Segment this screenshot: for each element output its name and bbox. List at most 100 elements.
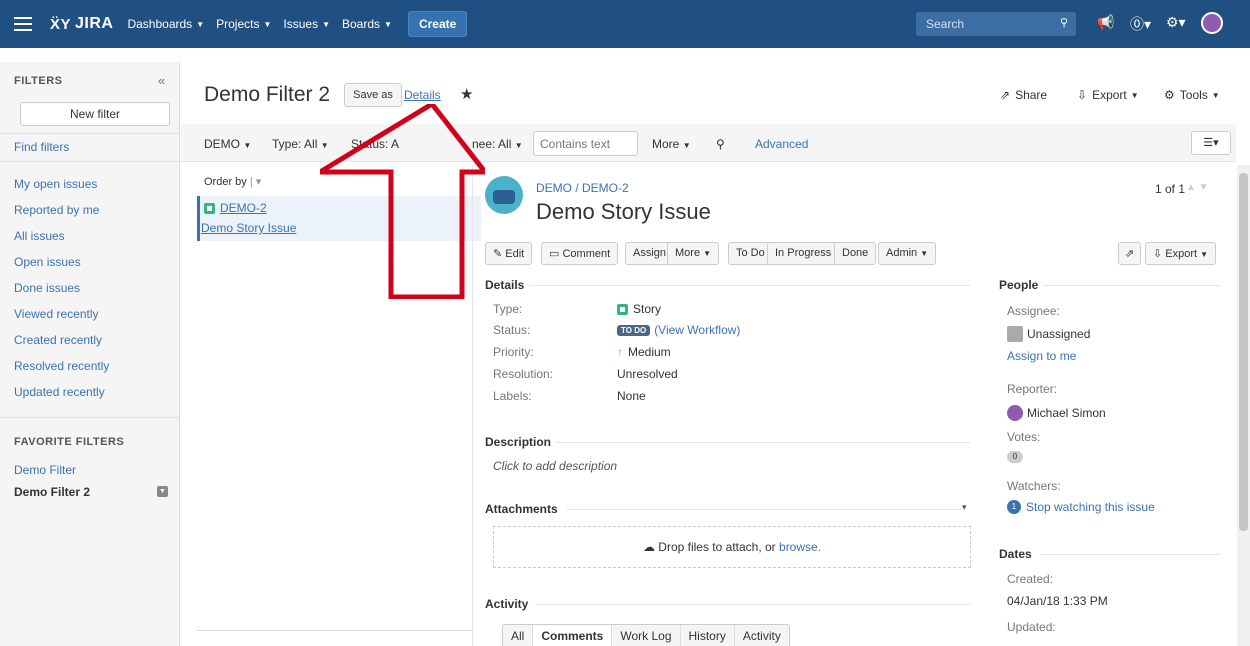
- activity-tabs: All Comments Work Log History Activity: [502, 624, 790, 646]
- view-workflow-link[interactable]: (View Workflow): [654, 323, 740, 337]
- nav-projects[interactable]: Projects ▼: [216, 17, 271, 31]
- watchers-value: 1 Stop watching this issue: [1007, 500, 1155, 514]
- settings-gear-icon[interactable]: ⚙▾: [1166, 14, 1186, 31]
- tab-activity[interactable]: Activity: [735, 625, 789, 646]
- assign-to-me-link[interactable]: Assign to me: [1007, 349, 1076, 363]
- collapse-sidebar-icon[interactable]: «: [158, 73, 165, 88]
- help-icon[interactable]: ⓪▾: [1130, 14, 1151, 34]
- pencil-icon: ✎: [493, 248, 503, 260]
- filter-reported-by-me[interactable]: Reported by me: [14, 203, 99, 217]
- divider: [536, 604, 971, 605]
- pager-arrows-icon[interactable]: ▲ ▼: [1186, 182, 1209, 193]
- layout-switcher-button[interactable]: ☰▾: [1191, 131, 1231, 155]
- story-icon: [204, 202, 215, 214]
- filter-resolved-recently[interactable]: Resolved recently: [14, 359, 109, 373]
- favorite-star-icon[interactable]: ★: [460, 85, 473, 103]
- filter-updated-recently[interactable]: Updated recently: [14, 385, 105, 399]
- tab-all[interactable]: All: [503, 625, 534, 646]
- issue-summary-link[interactable]: Demo Story Issue: [201, 221, 296, 235]
- created-label: Created:: [1007, 572, 1054, 586]
- resolution-label: Resolution:: [493, 367, 554, 381]
- more-criteria-button[interactable]: More ▼: [652, 137, 691, 151]
- reporter-value[interactable]: Michael Simon: [1007, 405, 1106, 421]
- priority-value[interactable]: ↑ Medium: [617, 345, 671, 359]
- resolution-value: Unresolved: [617, 367, 678, 381]
- divider: [0, 161, 180, 162]
- votes-value[interactable]: 0: [1007, 451, 1023, 463]
- share-issue-icon[interactable]: ⇗: [1118, 242, 1142, 265]
- attachments-heading: Attachments: [485, 502, 558, 516]
- nav-dashboards[interactable]: Dashboards ▼: [127, 17, 204, 31]
- labels-value[interactable]: None: [617, 389, 646, 403]
- favorite-filter-demo-filter-2[interactable]: Demo Filter 2: [14, 485, 90, 499]
- tab-history[interactable]: History: [681, 625, 735, 646]
- type-value: Story: [617, 302, 661, 316]
- details-link[interactable]: Details: [404, 88, 441, 102]
- attachment-dropzone[interactable]: ☁ Drop files to attach, or browse.: [493, 526, 971, 568]
- issue-title[interactable]: Demo Story Issue: [536, 199, 711, 225]
- labels-label: Labels:: [493, 389, 532, 403]
- scrollbar[interactable]: [1237, 165, 1250, 646]
- divider: [197, 630, 473, 631]
- favorite-filter-demo-filter[interactable]: Demo Filter: [14, 463, 76, 477]
- edit-button[interactable]: ✎ Edit: [485, 242, 533, 265]
- filter-created-recently[interactable]: Created recently: [14, 333, 102, 347]
- activity-heading: Activity: [485, 597, 529, 611]
- tab-comments[interactable]: Comments: [533, 625, 613, 646]
- jira-logo[interactable]: ẌΥ JIRA: [50, 15, 113, 33]
- project-avatar: [485, 176, 523, 214]
- assignee-label: Assignee:: [1007, 304, 1060, 318]
- export-icon: ⇩: [1077, 88, 1088, 102]
- done-button[interactable]: Done: [834, 242, 877, 265]
- find-filters-link[interactable]: Find filters: [14, 140, 69, 154]
- nav-issues[interactable]: Issues ▼: [283, 17, 330, 31]
- filter-all-issues[interactable]: All issues: [14, 229, 65, 243]
- export-button[interactable]: ⇩ Export ▼: [1077, 88, 1139, 102]
- divider: [530, 285, 971, 286]
- advanced-search-link[interactable]: Advanced: [755, 137, 808, 151]
- tab-work-log[interactable]: Work Log: [612, 625, 681, 646]
- admin-button[interactable]: Admin ▼: [878, 242, 937, 265]
- tools-button[interactable]: ⚙ Tools ▼: [1164, 88, 1220, 102]
- more-button[interactable]: More ▼: [667, 242, 720, 265]
- page-title: Demo Filter 2: [204, 83, 331, 106]
- annotation-arrow: [320, 104, 485, 299]
- new-filter-button[interactable]: New filter: [20, 102, 170, 126]
- divider: [1040, 554, 1220, 555]
- reporter-label: Reporter:: [1007, 382, 1058, 396]
- create-button[interactable]: Create: [407, 11, 468, 37]
- nav-boards[interactable]: Boards ▼: [342, 17, 392, 31]
- notifications-icon[interactable]: 📢: [1097, 14, 1114, 31]
- favorite-filters-heading: FAVORITE FILTERS: [14, 436, 125, 448]
- in-progress-button[interactable]: In Progress: [767, 242, 840, 265]
- comment-icon: ▭: [549, 248, 560, 260]
- scrollbar-thumb[interactable]: [1239, 173, 1248, 531]
- story-icon: [617, 303, 628, 315]
- contains-text-input[interactable]: Contains text: [533, 131, 638, 156]
- description-field[interactable]: Click to add description: [493, 459, 617, 473]
- issue-export-button[interactable]: ⇩ Export ▼: [1145, 242, 1217, 265]
- status-label: Status:: [493, 323, 531, 337]
- project-filter[interactable]: DEMO ▼: [204, 137, 251, 151]
- comment-button[interactable]: ▭ Comment: [541, 242, 619, 265]
- issue-key-link[interactable]: DEMO-2: [204, 201, 267, 215]
- breadcrumb[interactable]: DEMO / DEMO-2: [536, 181, 629, 195]
- filter-done-issues[interactable]: Done issues: [14, 281, 80, 295]
- user-avatar[interactable]: [1201, 12, 1223, 34]
- assignee-value[interactable]: Unassigned: [1007, 326, 1090, 342]
- dates-heading: Dates: [999, 547, 1032, 561]
- filter-options-dropdown-icon[interactable]: ▼: [157, 486, 168, 497]
- share-button[interactable]: ⇗ Share: [1000, 88, 1047, 102]
- filter-viewed-recently[interactable]: Viewed recently: [14, 307, 99, 321]
- order-by-control[interactable]: Order by | ▾: [204, 175, 261, 188]
- search-input[interactable]: Search ⚲: [916, 12, 1076, 36]
- gear-icon: ⚙: [1164, 88, 1175, 102]
- filter-my-open-issues[interactable]: My open issues: [14, 177, 97, 191]
- details-heading: Details: [485, 278, 525, 292]
- attachments-options-icon[interactable]: ▾: [962, 502, 967, 513]
- browse-link[interactable]: browse.: [779, 540, 821, 554]
- menu-icon[interactable]: [14, 17, 32, 31]
- filter-open-issues[interactable]: Open issues: [14, 255, 81, 269]
- stop-watching-link[interactable]: Stop watching this issue: [1026, 500, 1155, 514]
- search-icon[interactable]: ⚲: [716, 137, 725, 151]
